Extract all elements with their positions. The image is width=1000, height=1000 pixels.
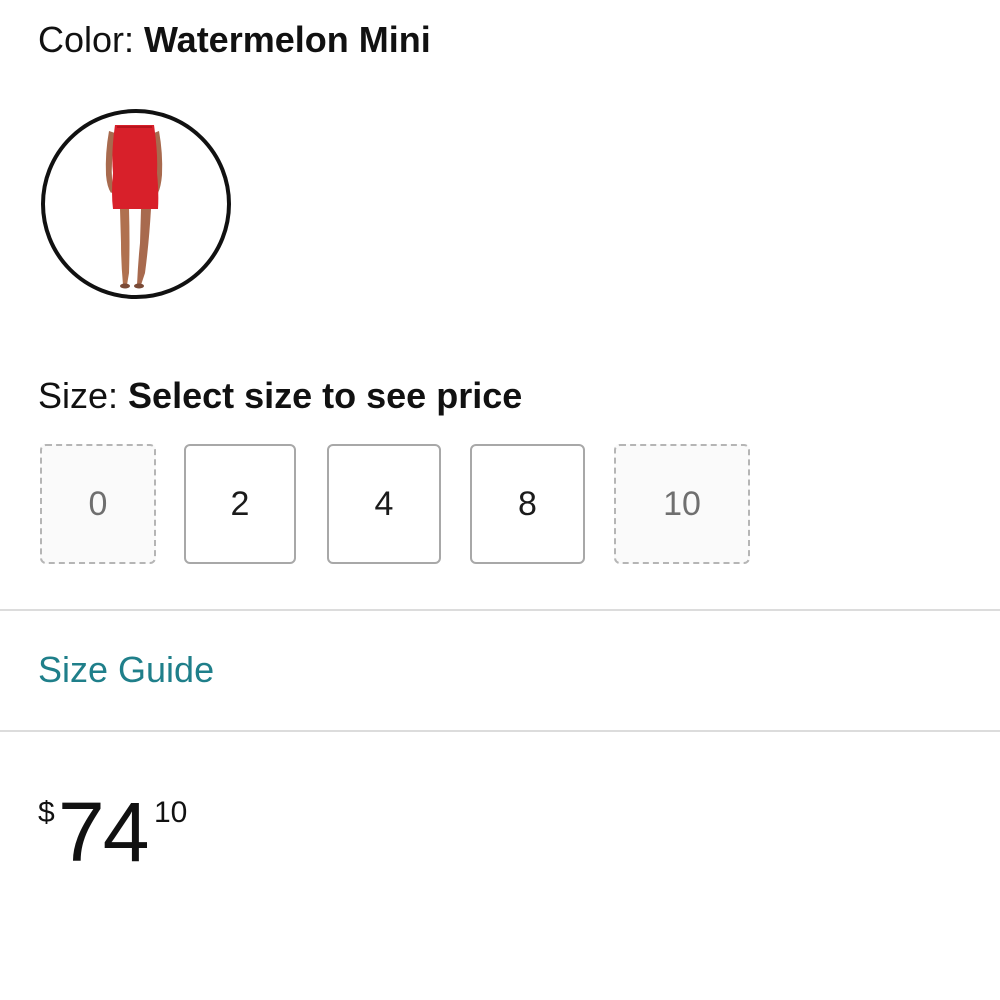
size-option-0[interactable]: 0 xyxy=(40,444,156,564)
dress-swatch-icon xyxy=(105,125,163,289)
price-whole: 74 xyxy=(58,785,149,879)
color-label: Color: xyxy=(38,19,145,60)
size-option-2[interactable]: 2 xyxy=(184,444,296,564)
size-label: Size: xyxy=(38,375,129,416)
price-fraction: 10 xyxy=(154,796,188,829)
product-options-panel: Color: Watermelon Mini Size: Select size… xyxy=(0,0,1000,1000)
size-option-4[interactable]: 4 xyxy=(327,444,441,564)
size-guide-link[interactable]: Size Guide xyxy=(38,648,214,692)
size-option-8[interactable]: 8 xyxy=(470,444,585,564)
size-options: 0 2 4 8 10 xyxy=(40,444,760,568)
color-swatch-watermelon-mini[interactable] xyxy=(41,109,231,299)
color-value: Watermelon Mini xyxy=(144,19,431,60)
size-option-10[interactable]: 10 xyxy=(614,444,750,564)
price-currency-symbol: $ xyxy=(38,796,55,829)
divider xyxy=(0,730,1000,732)
divider xyxy=(0,609,1000,611)
color-selection-row: Color: Watermelon Mini xyxy=(38,18,431,62)
size-selection-row: Size: Select size to see price xyxy=(38,374,522,418)
size-value: Select size to see price xyxy=(128,375,523,416)
